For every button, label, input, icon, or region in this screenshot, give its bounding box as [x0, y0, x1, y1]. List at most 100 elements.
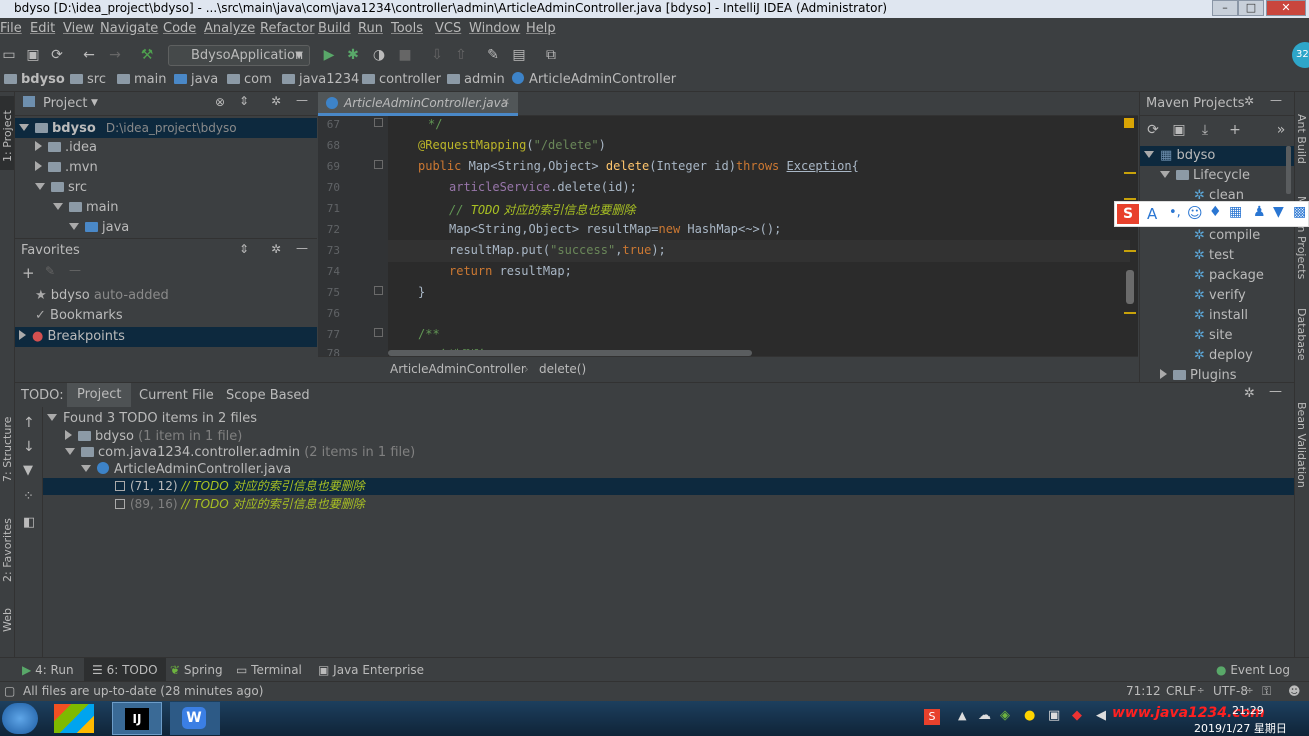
breadcrumb-item[interactable]: controller [362, 72, 441, 87]
favorites-item[interactable]: ✓ Bookmarks [35, 308, 123, 323]
ime-emoji-icon[interactable]: ☺ [1187, 204, 1203, 222]
ime-voice-icon[interactable]: ♦ [1209, 204, 1222, 220]
ime-punct-icon[interactable]: •, [1169, 205, 1181, 220]
tray-sogou-icon[interactable]: S [924, 709, 940, 725]
menu-edit[interactable]: Edit [30, 21, 55, 36]
clock-time[interactable]: 21:29 [1232, 704, 1264, 717]
maven-phase[interactable]: ✲ deploy [1194, 348, 1253, 363]
tool-tab-structure[interactable]: 7: Structure [1, 417, 14, 482]
more-icon[interactable]: » [1272, 121, 1290, 139]
save-icon[interactable]: ▣ [24, 46, 42, 64]
line-separator[interactable]: CRLF [1166, 684, 1196, 698]
add-icon[interactable]: + [1226, 121, 1244, 139]
tab-todo-project[interactable]: Project [67, 383, 132, 407]
previous-icon[interactable]: ↑ [23, 415, 35, 431]
gear-icon[interactable]: ✲ [1244, 386, 1255, 401]
menu-window[interactable]: Window [469, 21, 520, 36]
favorites-item[interactable]: ★ bdyso auto-added [35, 288, 169, 303]
debug-icon[interactable]: ✱ [344, 46, 362, 64]
vertical-scrollbar[interactable] [1126, 270, 1134, 304]
project-view-select[interactable]: Project [43, 96, 87, 111]
tool-spring[interactable]: ❦ Spring [170, 663, 223, 677]
minimize-button[interactable]: – [1212, 0, 1238, 16]
taskbar-app-icon[interactable] [54, 704, 94, 733]
tree-node[interactable]: .mvn [35, 160, 98, 175]
tray-app-icon[interactable]: ◆ [1072, 708, 1082, 723]
clock-date[interactable]: 2019/1/27 星期日 [1194, 720, 1287, 736]
start-button[interactable] [2, 703, 38, 734]
caret-position[interactable]: 71:12 [1126, 684, 1161, 698]
download-icon[interactable]: ⤓ [1196, 121, 1214, 139]
coverage-icon[interactable]: ◑ [370, 46, 388, 64]
maximize-button[interactable]: □ [1238, 0, 1264, 16]
maven-phase[interactable]: ✲ compile [1194, 228, 1260, 243]
breadcrumb-item[interactable]: bdyso [4, 72, 65, 87]
maven-phase[interactable]: ✲ test [1194, 248, 1234, 263]
forward-icon[interactable]: → [106, 46, 124, 64]
menu-file[interactable]: File [0, 21, 22, 36]
tray-network-icon[interactable]: ▣ [1048, 708, 1060, 723]
todo-node[interactable]: com.java1234.controller.admin (2 items i… [65, 445, 415, 460]
breadcrumb-item[interactable]: src [70, 72, 106, 87]
tree-node[interactable]: main [53, 200, 118, 215]
hide-icon[interactable]: — [1269, 384, 1282, 399]
maven-root[interactable]: ▦ bdyso [1140, 146, 1295, 166]
fold-marker[interactable] [374, 118, 383, 127]
stop-icon[interactable]: ■ [396, 46, 414, 64]
ime-keyboard-icon[interactable]: ▦ [1229, 204, 1242, 220]
code-area[interactable] [388, 116, 1130, 356]
taskbar-wps-button[interactable]: W [170, 702, 220, 735]
tool-run[interactable]: ▶ 4: Run [22, 663, 74, 677]
breadcrumb-item[interactable]: java [174, 72, 218, 87]
sogou-logo-icon[interactable]: S [1117, 204, 1139, 224]
tree-node[interactable]: .idea [35, 140, 97, 155]
maven-phase[interactable]: ✲ verify [1194, 288, 1246, 303]
maven-phase[interactable]: ✲ site [1194, 328, 1233, 343]
tree-node-root[interactable]: bdyso D:\idea_project\bdyso [15, 118, 317, 138]
tool-terminal[interactable]: ▭ Terminal [236, 663, 302, 677]
file-encoding[interactable]: UTF-8 [1213, 684, 1248, 698]
inspection-status-icon[interactable] [1124, 118, 1134, 128]
chevron-down-icon[interactable]: ▼ [91, 98, 98, 108]
taskbar-intellij-button[interactable]: IJ [112, 702, 162, 735]
status-toggle-icon[interactable]: ▢ [4, 684, 15, 698]
ime-user-icon[interactable]: ♟ [1253, 204, 1266, 220]
tray-volume-icon[interactable]: ◀ [1096, 708, 1106, 723]
error-stripe[interactable] [1124, 172, 1136, 174]
sync-icon[interactable]: ⟳ [48, 46, 66, 64]
gear-icon[interactable]: ✲ [271, 242, 281, 256]
remove-icon[interactable]: — [69, 263, 81, 277]
editor-tab-active[interactable]: ArticleAdminController.java ✕ [318, 92, 518, 116]
group-icon[interactable]: ⁘ [23, 489, 34, 504]
tool-tab-ant-build[interactable]: Ant Build [1295, 114, 1308, 164]
menu-vcs[interactable]: VCS [435, 21, 461, 36]
sdk-icon[interactable]: ⧉ [542, 46, 560, 64]
lock-icon[interactable]: ⚿ [1262, 684, 1271, 699]
tree-node[interactable]: src [35, 180, 87, 195]
tool-java-enterprise[interactable]: ▣ Java Enterprise [318, 663, 424, 677]
run-configuration-select[interactable]: BdysoApplication ▼ [168, 45, 310, 66]
maven-phase[interactable]: ✲ package [1194, 268, 1264, 283]
reimport-icon[interactable]: ⟳ [1144, 121, 1162, 139]
tool-event-log[interactable]: ● Event Log [1216, 663, 1290, 677]
maven-phase[interactable]: ✲ install [1194, 308, 1248, 323]
menu-build[interactable]: Build [318, 21, 351, 36]
hide-icon[interactable]: — [296, 241, 308, 255]
tray-shield-icon[interactable]: ◈ [1000, 708, 1010, 723]
error-stripe[interactable] [1124, 250, 1136, 252]
favorites-item[interactable]: ● Breakpoints [15, 327, 317, 347]
tree-node[interactable]: java [69, 220, 129, 235]
menu-run[interactable]: Run [358, 21, 383, 36]
tray-cloud-icon[interactable]: ☁ [978, 708, 991, 723]
menu-code[interactable]: Code [163, 21, 196, 36]
error-stripe[interactable] [1124, 198, 1136, 200]
locate-icon[interactable]: ⊗ [215, 95, 225, 109]
tool-todo[interactable]: ☰ 6: TODO [84, 658, 166, 682]
tab-todo-current-file[interactable]: Current File [139, 388, 214, 403]
breadcrumb-item[interactable]: main [117, 72, 166, 87]
menu-refactor[interactable]: Refactor [260, 21, 315, 36]
collapse-icon[interactable]: ⇕ [239, 242, 249, 256]
vcs-commit-icon[interactable]: ⇧ [452, 46, 470, 64]
maven-lifecycle[interactable]: Lifecycle [1160, 168, 1250, 183]
close-button[interactable]: ✕ [1266, 0, 1306, 16]
